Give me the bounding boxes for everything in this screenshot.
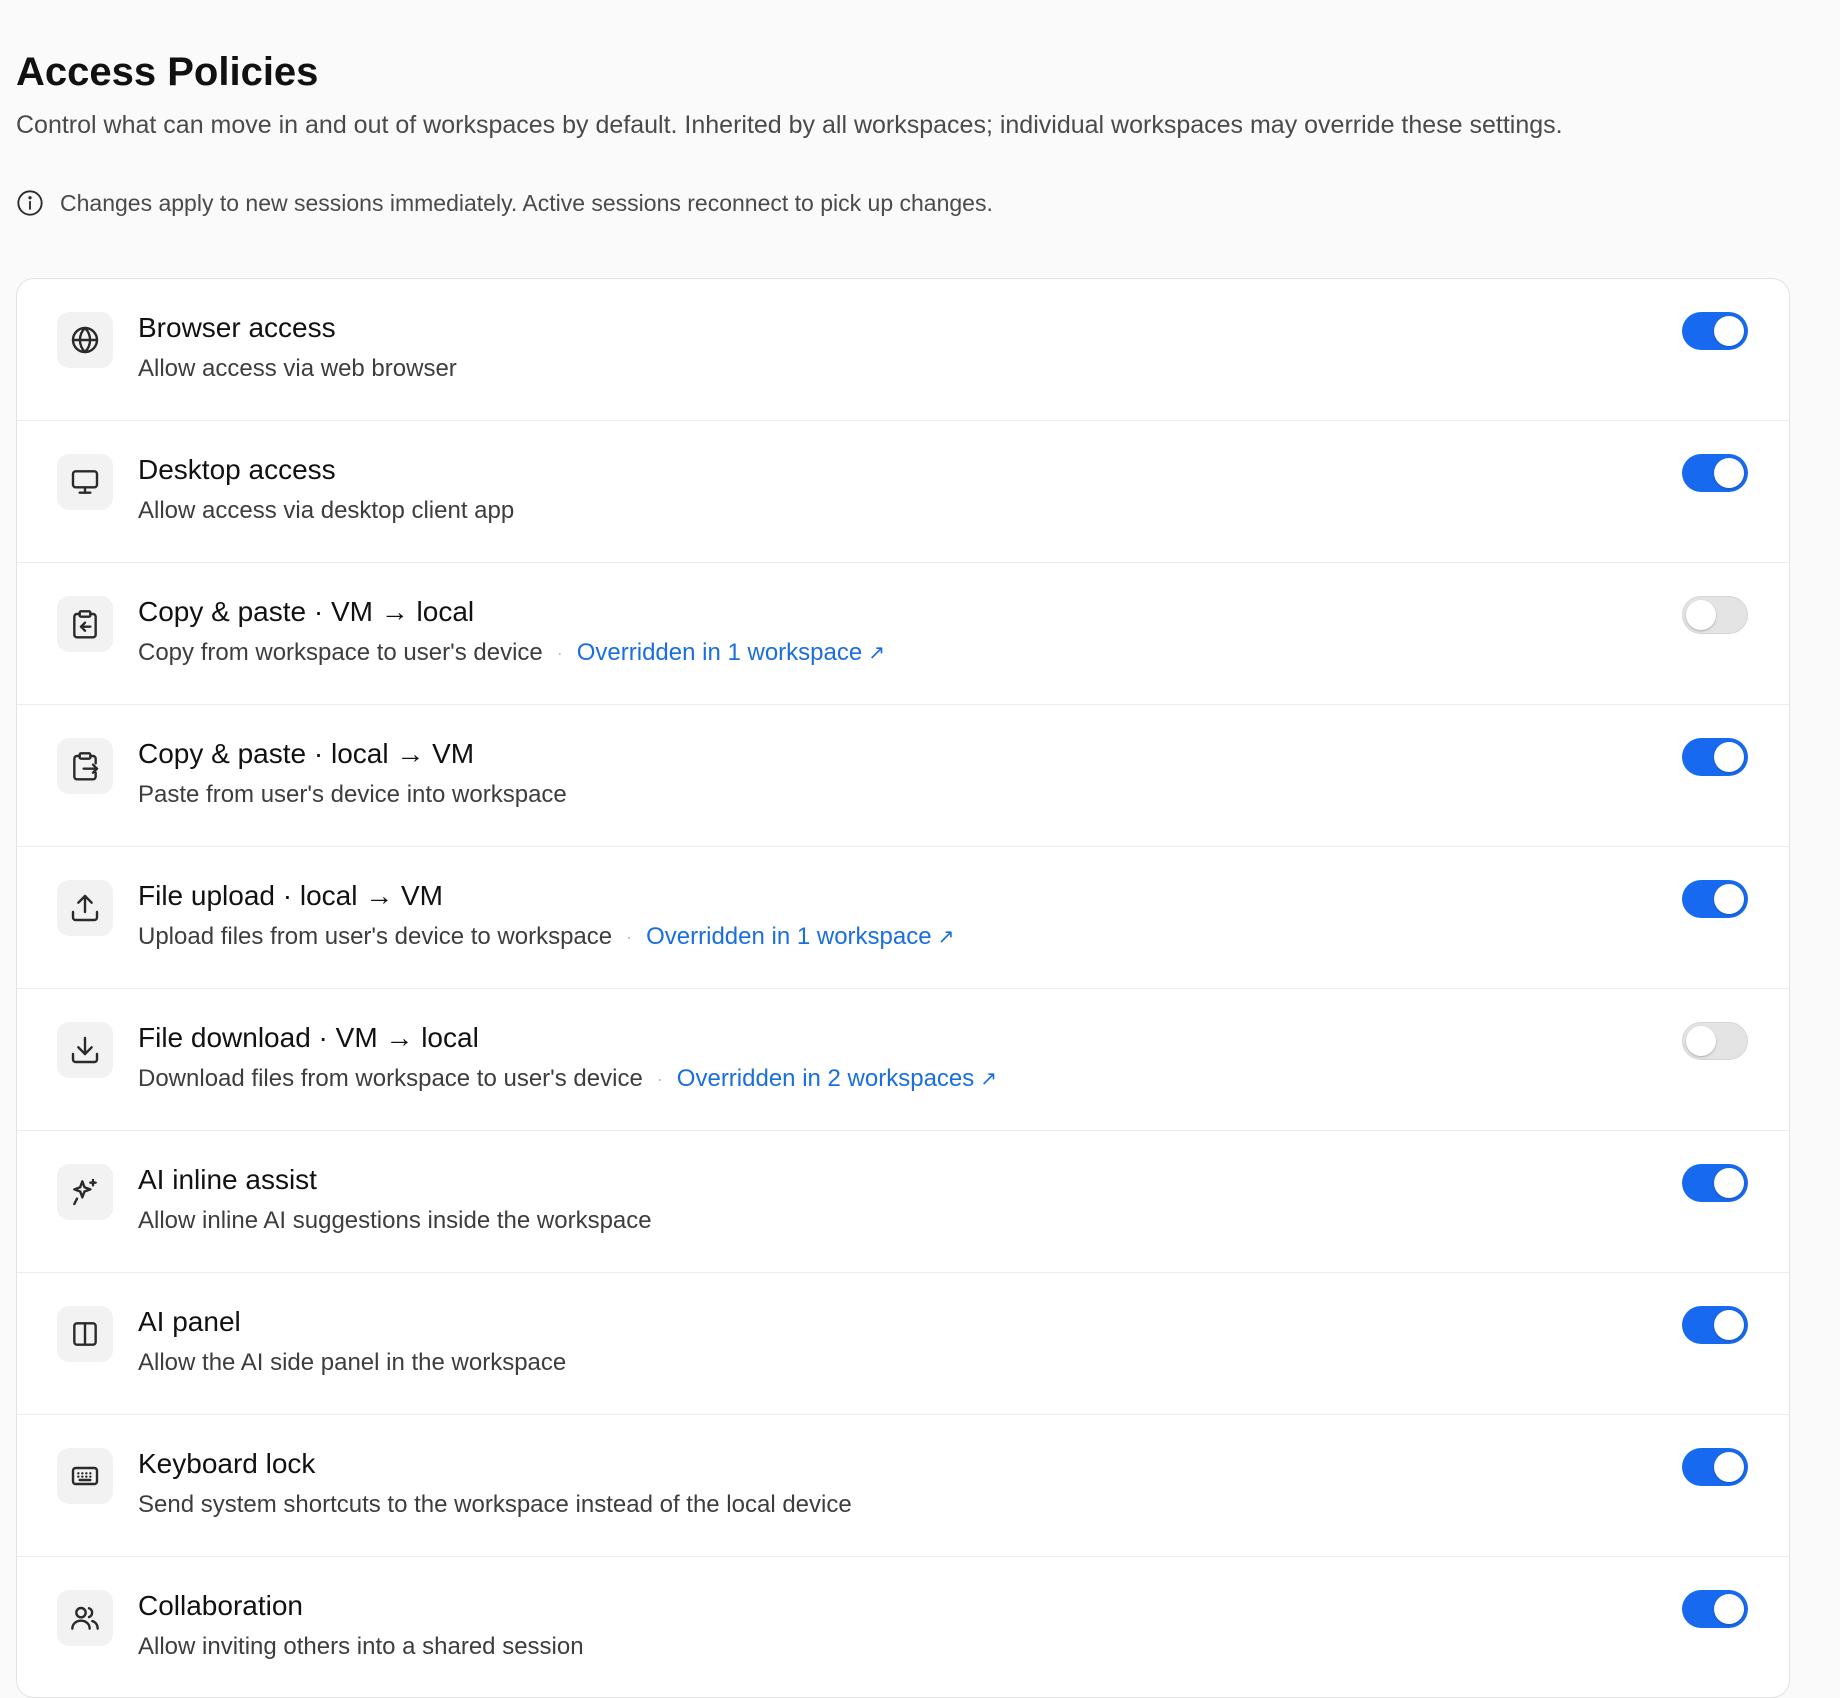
policy-subtitle: Copy from workspace to user's device · O…: [138, 638, 885, 668]
clipboard-out-icon: [57, 738, 113, 794]
policy-row-file-upload: File upload · local → VM Upload files fr…: [17, 847, 1789, 989]
external-arrow-icon: ↗: [937, 926, 955, 948]
policy-row-desktop-access: Desktop access Allow access via desktop …: [17, 421, 1789, 563]
toggle-knob: [1714, 884, 1744, 914]
policy-text: Collaboration Allow inviting others into…: [138, 1589, 584, 1662]
policy-subtitle-text: Allow access via web browser: [138, 355, 457, 382]
policy-title: Collaboration: [138, 1590, 303, 1621]
separator-dot: ·: [556, 643, 563, 663]
policy-subtitle: Allow access via web browser: [138, 354, 457, 384]
toggle-knob: [1714, 1452, 1744, 1482]
globe-icon: [57, 312, 113, 368]
page-title: Access Policies: [16, 50, 319, 94]
policy-subtitle-text: Paste from user's device into workspace: [138, 781, 567, 808]
policy-subtitle-text: Allow the AI side panel in the workspace: [138, 1349, 567, 1376]
policy-row-copy-local-to-vm: Copy & paste · local → VM Paste from use…: [17, 705, 1789, 847]
side-panel-icon: [57, 1306, 113, 1362]
policy-title: Copy & paste · VM → local: [138, 596, 475, 627]
policy-text: AI panel Allow the AI side panel in the …: [138, 1305, 566, 1378]
policy-title: Keyboard lock: [138, 1448, 316, 1479]
override-link[interactable]: Overridden in 2 workspaces: [677, 1064, 974, 1094]
clipboard-in-icon: [57, 596, 113, 652]
desktop-access-toggle[interactable]: [1682, 454, 1748, 492]
external-arrow-icon: ↗: [868, 642, 885, 664]
copy-local-to-vm-toggle[interactable]: [1682, 738, 1748, 776]
policy-subtitle: Send system shortcuts to the workspace i…: [138, 1490, 852, 1520]
upload-icon: [57, 880, 113, 936]
policy-text: Browser access Allow access via web brow…: [138, 311, 457, 384]
policy-subtitle: Allow inviting others into a shared sess…: [138, 1632, 584, 1662]
policy-title: Browser access: [138, 312, 336, 343]
policy-subtitle-text: Allow access via desktop client app: [138, 497, 515, 524]
toggle-knob: [1714, 1594, 1744, 1624]
notice-text: Changes apply to new sessions immediatel…: [60, 189, 993, 216]
policy-row-file-download: File download · VM → local Download file…: [17, 989, 1789, 1131]
keyboard-lock-toggle[interactable]: [1682, 1448, 1748, 1486]
copy-vm-to-local-toggle[interactable]: [1682, 596, 1748, 634]
file-upload-toggle[interactable]: [1682, 880, 1748, 918]
policy-subtitle: Upload files from user's device to works…: [138, 922, 954, 952]
users-icon: [57, 1590, 113, 1646]
access-policies-page: Access Policies Control what can move in…: [0, 0, 1840, 217]
policy-subtitle-text: Copy from workspace to user's device: [138, 639, 543, 666]
toggle-knob: [1714, 316, 1744, 346]
policy-text: AI inline assist Allow inline AI suggest…: [138, 1163, 652, 1236]
policy-title: File download · VM → local: [138, 1022, 479, 1053]
policy-title: Copy & paste · local → VM: [138, 738, 475, 769]
policy-text: Copy & paste · local → VM Paste from use…: [138, 737, 567, 810]
policy-subtitle: Paste from user's device into workspace: [138, 780, 567, 810]
external-arrow-icon: ↗: [980, 1068, 998, 1090]
policy-text: Desktop access Allow access via desktop …: [138, 453, 514, 526]
collaboration-toggle[interactable]: [1682, 1590, 1748, 1628]
override-link[interactable]: Overridden in 1 workspace: [646, 922, 931, 952]
toggle-knob: [1714, 742, 1744, 772]
policy-row-browser-access: Browser access Allow access via web brow…: [17, 279, 1789, 421]
sparkles-icon: [57, 1164, 113, 1220]
file-download-toggle[interactable]: [1682, 1022, 1748, 1060]
policy-subtitle: Allow access via desktop client app: [138, 496, 514, 526]
policy-title: File upload · local → VM: [138, 880, 444, 911]
toggle-knob: [1685, 599, 1716, 630]
ai-inline-assist-toggle[interactable]: [1682, 1164, 1748, 1202]
toggle-knob: [1714, 1310, 1744, 1340]
policies-card: Browser access Allow access via web brow…: [16, 278, 1790, 1698]
policy-row-ai-inline-assist: AI inline assist Allow inline AI suggest…: [17, 1131, 1789, 1273]
policy-title: Desktop access: [138, 454, 336, 485]
separator-dot: ·: [656, 1069, 663, 1089]
policy-title: AI panel: [138, 1306, 241, 1337]
policy-text: Copy & paste · VM → local Copy from work…: [138, 595, 885, 668]
policy-row-collaboration: Collaboration Allow inviting others into…: [17, 1557, 1789, 1697]
policy-text: File download · VM → local Download file…: [138, 1021, 997, 1094]
policy-text: Keyboard lock Send system shortcuts to t…: [138, 1447, 852, 1520]
keyboard-icon: [57, 1448, 113, 1504]
policy-subtitle-text: Download files from workspace to user's …: [138, 1065, 643, 1092]
policy-subtitle-text: Allow inviting others into a shared sess…: [138, 1633, 584, 1660]
info-icon: [16, 189, 44, 217]
page-description: Control what can move in and out of work…: [16, 111, 1563, 139]
separator-dot: ·: [626, 927, 633, 947]
policy-subtitle: Allow inline AI suggestions inside the w…: [138, 1206, 652, 1236]
toggle-knob: [1714, 1168, 1744, 1198]
browser-access-toggle[interactable]: [1682, 312, 1748, 350]
toggle-knob: [1685, 1025, 1716, 1056]
download-icon: [57, 1022, 113, 1078]
notice-banner: Changes apply to new sessions immediatel…: [16, 189, 1840, 217]
policy-subtitle-text: Upload files from user's device to works…: [138, 923, 613, 950]
monitor-icon: [57, 454, 113, 510]
ai-panel-toggle[interactable]: [1682, 1306, 1748, 1344]
policy-subtitle: Download files from workspace to user's …: [138, 1064, 997, 1094]
policy-text: File upload · local → VM Upload files fr…: [138, 879, 954, 952]
policy-title: AI inline assist: [138, 1164, 317, 1195]
policy-subtitle-text: Allow inline AI suggestions inside the w…: [138, 1207, 652, 1234]
policy-subtitle: Allow the AI side panel in the workspace: [138, 1348, 566, 1378]
policy-row-keyboard-lock: Keyboard lock Send system shortcuts to t…: [17, 1415, 1789, 1557]
toggle-knob: [1714, 458, 1744, 488]
override-link[interactable]: Overridden in 1 workspace: [577, 638, 862, 668]
policy-row-ai-panel: AI panel Allow the AI side panel in the …: [17, 1273, 1789, 1415]
policy-row-copy-vm-to-local: Copy & paste · VM → local Copy from work…: [17, 563, 1789, 705]
policy-subtitle-text: Send system shortcuts to the workspace i…: [138, 1491, 852, 1518]
